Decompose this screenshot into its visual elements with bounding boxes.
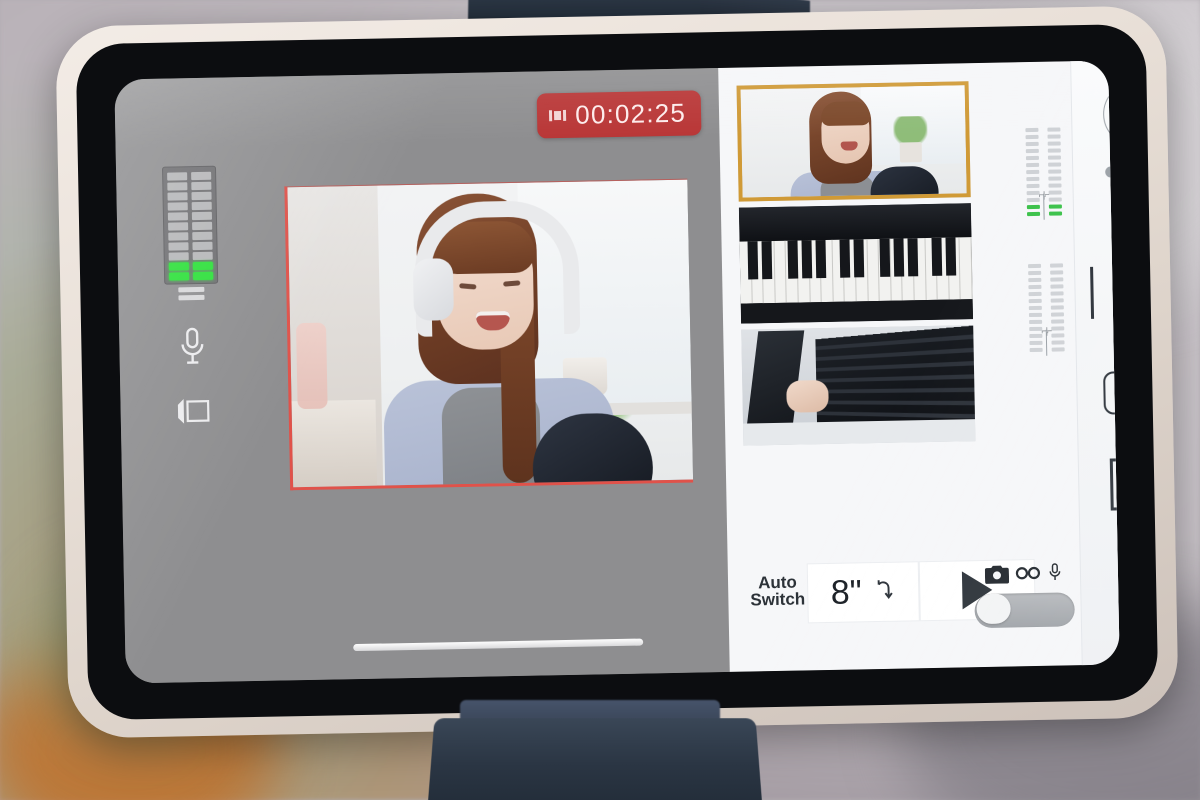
repeat-cycle-icon[interactable] [873, 576, 896, 607]
microphone-icon[interactable] [175, 326, 210, 374]
screenshot-stage: 00:02:25 Auto Switch 8" REC [0, 0, 1200, 800]
source-meter-camera-piano-keys: ⌐¦⌐ [1007, 223, 1083, 352]
abc-icon: abc [1103, 370, 1119, 414]
source-meter-camera-singer: ⌐¦⌐ [1005, 83, 1082, 216]
thumbnail-image-piano-keys [739, 203, 973, 323]
main-video-frame[interactable] [284, 179, 693, 491]
toggle-knob [976, 593, 1011, 624]
capture-mode-group [964, 561, 1085, 628]
microphone-icon[interactable] [1047, 561, 1064, 588]
record-stop-button[interactable] [1103, 81, 1120, 146]
live-status-dot [1105, 166, 1116, 177]
auto-switch-line2: Switch [750, 591, 805, 609]
thumbnail-image-piano-side [741, 325, 975, 445]
picture-in-picture-button[interactable] [1110, 457, 1120, 510]
text-overlay-button[interactable]: abc [1103, 370, 1119, 414]
preview-left-rail [160, 166, 223, 431]
dual-camera-icon [1106, 265, 1120, 327]
main-video-image [287, 180, 693, 488]
live-status-row[interactable]: LIVE [1105, 159, 1120, 182]
level-meter-right [191, 172, 213, 280]
stereo-level-meter [162, 166, 218, 285]
level-meter-left [167, 172, 189, 280]
phone-screen: 00:02:25 Auto Switch 8" REC [114, 61, 1119, 684]
picture-in-picture-icon [1110, 457, 1120, 510]
phone-bezel: 00:02:25 Auto Switch 8" REC [76, 24, 1159, 720]
source-thumbnail-camera-piano-side[interactable] [741, 325, 975, 445]
source-meter-left [1024, 84, 1040, 216]
rec-label: REC [1116, 186, 1120, 209]
toolbar-accent-bar [1090, 267, 1094, 319]
progress-scrubber-fill [353, 639, 643, 652]
progress-scrubber[interactable] [293, 638, 693, 653]
camera-icon[interactable] [985, 564, 1009, 589]
auto-switch-duration-control[interactable]: 8" [808, 562, 919, 622]
bottom-control-strip: Auto Switch 8" [728, 555, 1082, 672]
capture-mode-icons [964, 561, 1084, 590]
infinity-icon[interactable] [1015, 565, 1041, 586]
level-meter-base [169, 287, 213, 301]
control-panel: ⌐¦⌐ ⌐¦⌐ [718, 61, 1120, 672]
auto-switch-label: Auto Switch [750, 574, 805, 608]
dual-camera-button[interactable] [1106, 265, 1120, 327]
recording-timer: 00:02:25 [537, 90, 702, 138]
duration-value: 8" [830, 573, 862, 613]
source-meter-left [1027, 224, 1042, 352]
capture-mode-toggle[interactable] [974, 592, 1075, 628]
source-thumbnail-camera-piano-keys[interactable] [739, 203, 973, 323]
video-preview-pane[interactable]: 00:02:25 [114, 68, 729, 683]
timer-value: 00:02:25 [575, 98, 686, 131]
recording-pause-bars-icon [549, 110, 566, 121]
source-thumbnail-camera-singer[interactable] [737, 81, 971, 201]
thumbnail-image-singer [741, 85, 967, 197]
tripod-clamp-bottom [425, 718, 764, 800]
screen-layout-icon[interactable] [176, 397, 211, 431]
phone-device: 00:02:25 Auto Switch 8" REC [55, 5, 1178, 738]
